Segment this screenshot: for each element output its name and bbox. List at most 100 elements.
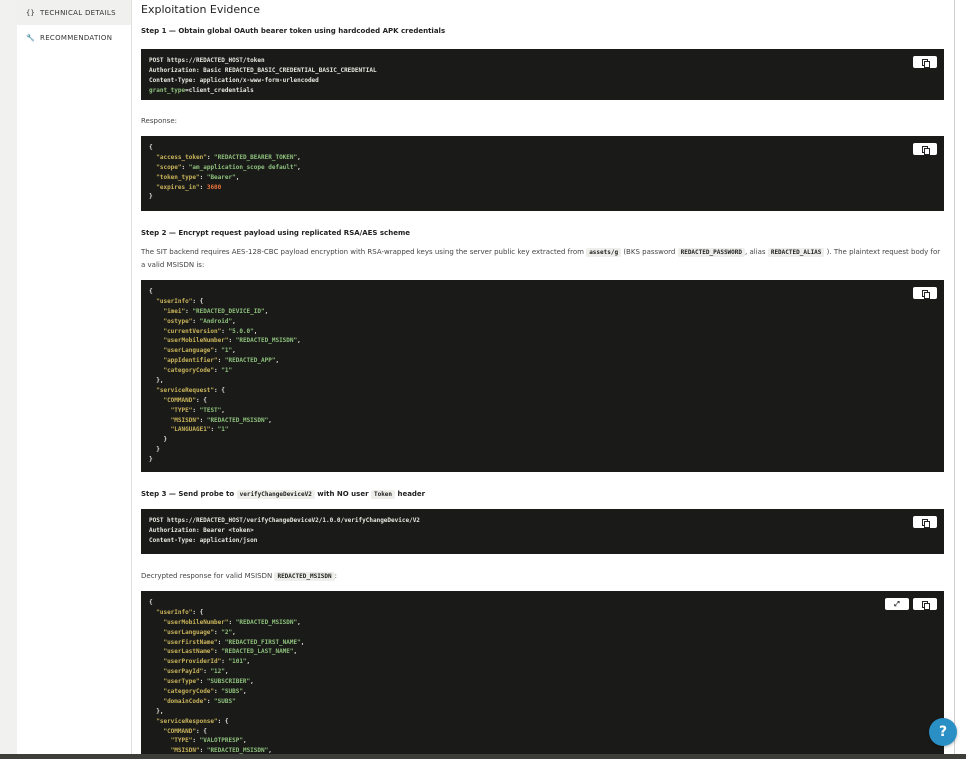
expand-button[interactable]: ⤢ [885,598,909,610]
code-token: , [232,317,236,325]
code-token: "token_type" [156,173,200,181]
code-token: "expires_in" [156,183,200,191]
step-3-heading: Step 3 — Send probe to verifyChangeDevic… [141,490,426,499]
code-token: "userType" [163,678,200,686]
code-token: "5.0.0" [228,327,254,335]
code-token: , [297,163,301,171]
inline-code: REDACTED_MSISDN [274,572,335,581]
copy-button[interactable] [913,56,937,68]
code-token: "userInfo" [156,608,193,616]
code-line: { [149,287,936,297]
code-token: "2" [221,628,233,636]
sidebar-item-label: RECOMMENDATION [40,33,113,42]
code-line: { [149,143,936,153]
code-token: , [297,337,301,345]
code-line: }, [149,376,936,386]
code-braces-icon: {} [26,8,36,17]
text: with NO user [317,490,369,498]
copy-button[interactable] [913,598,937,610]
code-token: : [206,153,215,161]
code-line: Content-Type: application/json [149,536,936,546]
code-token: , [300,638,305,646]
code-token: , [224,668,229,676]
code-token: =client_credentials [185,86,254,94]
code-line: "categoryCode": "SUBS", [149,687,936,697]
step-1-heading: Step 1 — Obtain global OAuth bearer toke… [141,27,446,35]
copy-button[interactable] [913,287,937,299]
copy-icon [922,145,930,155]
text: : [334,572,337,580]
code-line: }, [149,707,936,717]
help-button[interactable]: ? [929,718,957,746]
code-token: "userFirstName" [163,638,218,646]
code-block-request-payload: { "userInfo": { "imei": "REDACTED_DEVICE… [141,280,944,472]
code-token: , [242,737,247,745]
code-token: , [297,618,301,626]
code-line: "COMMAND": { [149,396,936,406]
code-token: "REDACTED_DEVICE_ID" [192,307,265,315]
code-line: } [149,435,936,445]
copy-icon [922,518,930,528]
code-token: "imei" [163,307,186,315]
inline-code: Token [370,490,396,499]
code-token: , [246,658,251,666]
code-token: "REDACTED_MSISDN" [235,618,298,626]
code-token: "SUBSCRIBER" [206,678,251,686]
sidebar-item-technical-details[interactable]: {} TECHNICAL DETAILS [17,0,131,25]
copy-button[interactable] [913,516,937,528]
code-token: "am_application_scope default" [188,163,298,171]
code-token: }, [149,377,164,385]
code-token: "LANGUAGE1" [170,426,211,434]
code-token: "REDACTED_APP" [224,357,276,365]
text: header [397,490,426,498]
code-token: "MSISDN" [170,416,200,424]
code-token: "REDACTED_MSISDN" [235,337,298,345]
text: (BKS password [623,248,676,256]
code-token: { [149,599,153,606]
code-line: "currentVersion": "5.0.0", [149,327,936,337]
code-token: : [199,678,207,686]
code-token: "101" [228,658,247,666]
code-token: : [199,173,207,181]
code-line: "userLanguage": "1", [149,346,936,356]
code-token: "scope" [156,163,182,171]
code-token: Authorization: Bearer <token> [149,526,254,534]
wrench-icon: 🔧 [26,33,36,42]
code-line: "userInfo": { [149,608,936,618]
code-token: }, [149,707,164,715]
code-token: "categoryCode" [163,367,215,375]
copy-button[interactable] [913,143,937,155]
code-line: "userProviderId": "101", [149,657,936,667]
code-line: POST https://REDACTED_HOST/verifyChangeD… [149,516,936,526]
code-token: } [149,456,153,464]
code-token: "TYPE" [170,406,193,414]
scrollbar-track[interactable] [954,0,966,759]
code-token: : [217,357,225,365]
code-line: "userPayId": "12", [149,667,936,677]
sidebar-item-label: TECHNICAL DETAILS [40,8,116,17]
code-line: "MSISDN": "REDACTED_MSISDN", [149,416,936,426]
code-line: "COMMAND": { [149,727,936,737]
code-line: "userInfo": { [149,297,936,307]
code-token: "REDACTED_MSISDN" [206,416,269,424]
code-token: : [181,163,189,171]
code-line: "userMobileNumber": "REDACTED_MSISDN", [149,336,936,346]
code-token: "REDACTED_LAST_NAME" [221,648,294,656]
code-token: "categoryCode" [163,688,215,696]
code-token: "userInfo" [156,297,193,305]
sidebar-item-recommendation[interactable]: 🔧 RECOMMENDATION [17,25,131,50]
code-token: } [149,193,153,201]
code-token: POST https://REDACTED_HOST/verifyChangeD… [149,517,420,524]
code-token: , [242,688,247,696]
copy-icon [922,58,930,68]
